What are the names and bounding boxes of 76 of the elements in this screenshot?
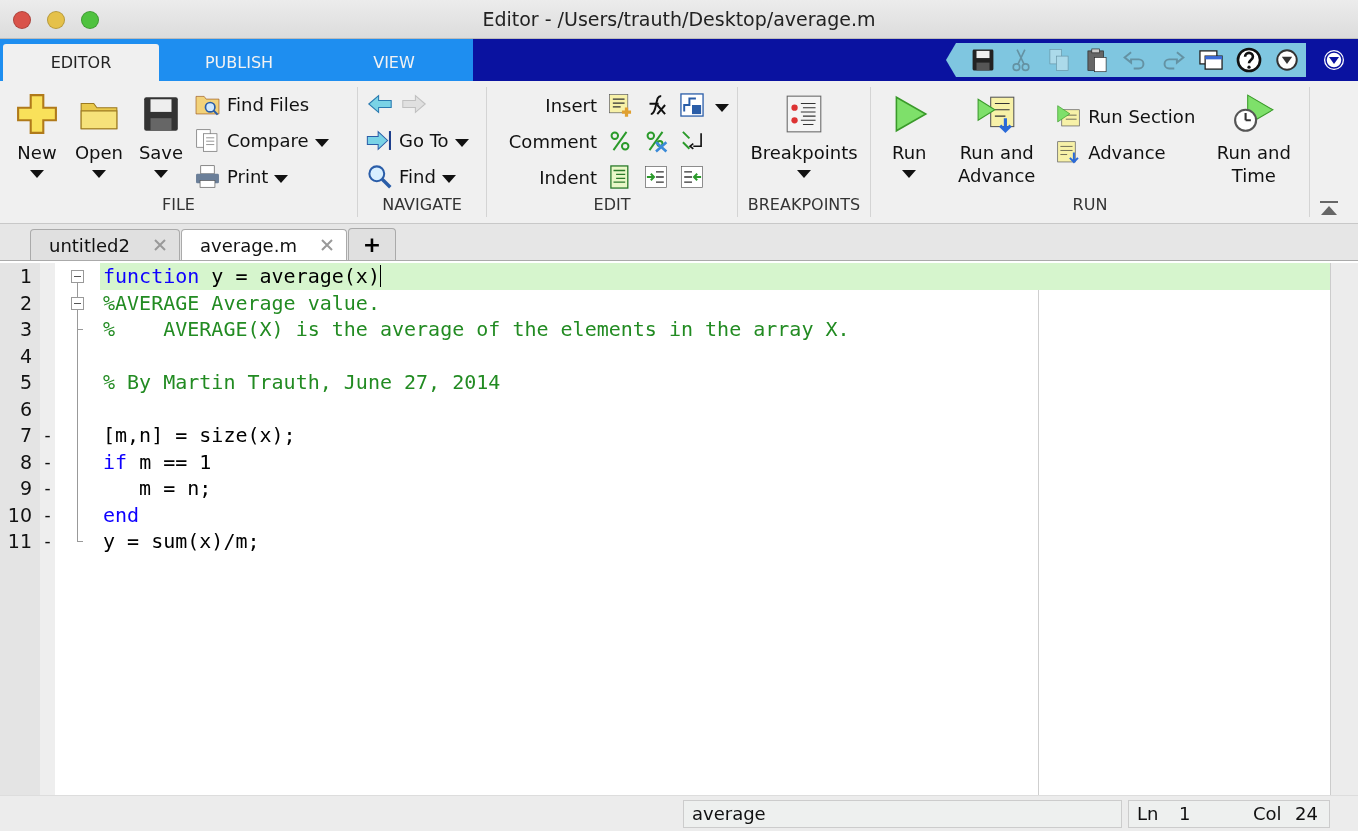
line-number: 3 [19,318,32,341]
window-title: Editor - /Users/trauth/Desktop/average.m [482,8,876,30]
collapse-fold-icon[interactable] [71,296,84,310]
line-number: 6 [19,397,32,420]
ribbon-button[interactable]: Open [70,89,128,182]
ribbon-tab[interactable]: EDITOR [3,44,159,81]
zoom-button[interactable] [81,11,99,29]
line-number: 9 [19,477,32,500]
edit-label: Insert [544,94,597,116]
group-label: FILE [161,195,196,216]
edit-label: Indent [538,166,597,188]
group-label: EDIT [592,195,632,216]
decrease-indent-icon[interactable] [679,164,705,190]
group-label: BREAKPOINTS [746,195,862,216]
ribbon-button[interactable]: Find Files [194,89,310,119]
edit-label: Comment [507,130,597,152]
save-icon[interactable] [970,47,996,73]
plus-icon [16,93,58,135]
stopwatch-play-icon [1232,93,1275,135]
code-line: if m == 1 [103,449,212,474]
ribbon-button[interactable]: Print [194,161,289,191]
code-line: y = sum(x)/m; [103,529,260,554]
breakpoint-marker[interactable]: - [44,531,51,552]
line-number: 7 [19,424,32,447]
function-indicator: average [683,799,1122,828]
line-number: 5 [19,371,32,394]
ribbon-button[interactable]: Run [880,89,939,182]
line-number: 11 [7,530,32,553]
documents-icon [194,126,221,154]
search-icon [366,162,393,190]
dropdown-icon[interactable] [1322,48,1346,72]
close-icon[interactable] [320,238,334,252]
ribbon-button[interactable]: Run Section [1055,101,1196,131]
breakpoint-marker[interactable]: - [44,425,51,446]
dropdown-icon[interactable] [1274,47,1300,73]
window-icon[interactable] [1198,47,1224,73]
line-number: 2 [19,291,32,314]
new-tab-button[interactable]: + [348,228,396,260]
collapse-fold-icon[interactable] [71,270,84,283]
run-section-icon [1055,102,1083,130]
group-label: NAVIGATE [381,195,463,216]
document-tab[interactable]: untitled2 [30,229,180,260]
code-line: % AVERAGE(X) is the average of the elements in the array X. [103,317,850,342]
paste-icon[interactable] [1084,47,1110,73]
group-label: RUN [1071,195,1109,216]
cursor-position: Ln 1 Col 24 [1128,799,1330,828]
collapse-ribbon-icon[interactable] [1320,201,1338,217]
code-line: function y = average(x) [103,264,380,289]
ribbon-button[interactable]: Save [132,89,190,182]
code-line: % By Martin Trauth, June 27, 2014 [103,370,501,395]
code-line: m = n; [138,476,212,501]
ribbon-button[interactable]: Advance [1055,137,1166,167]
line-number: 4 [19,344,32,367]
document-tab[interactable]: average.m [181,229,347,260]
ribbon-button[interactable]: Go To [366,125,469,155]
breakpoint-marker[interactable]: - [44,451,51,472]
ribbon-button[interactable]: Breakpoints [746,89,862,182]
code-line: %AVERAGE Average value. [103,290,380,315]
insert-function-icon[interactable] [679,92,705,118]
help-icon[interactable] [1236,47,1262,73]
ribbon-button[interactable]: New [8,89,66,182]
code-line: [m,n] = size(x); [103,423,296,448]
line-number: 10 [7,503,32,526]
ribbon-button[interactable]: Run and Advance [950,89,1043,191]
increase-indent-icon[interactable] [643,164,669,190]
ribbon-button[interactable]: Run and Time [1207,89,1300,191]
breakpoint-marker[interactable]: - [44,504,51,525]
close-button[interactable] [13,11,31,29]
breakpoint-marker[interactable]: - [44,478,51,499]
printer-icon [194,162,221,190]
code-line: end [103,502,140,527]
insert-section-icon[interactable] [607,92,633,118]
ribbon-button[interactable]: Find [366,161,456,191]
ribbon-button[interactable]: Compare [194,125,329,155]
line-number: 8 [19,450,32,473]
line-number: 1 [19,265,32,288]
